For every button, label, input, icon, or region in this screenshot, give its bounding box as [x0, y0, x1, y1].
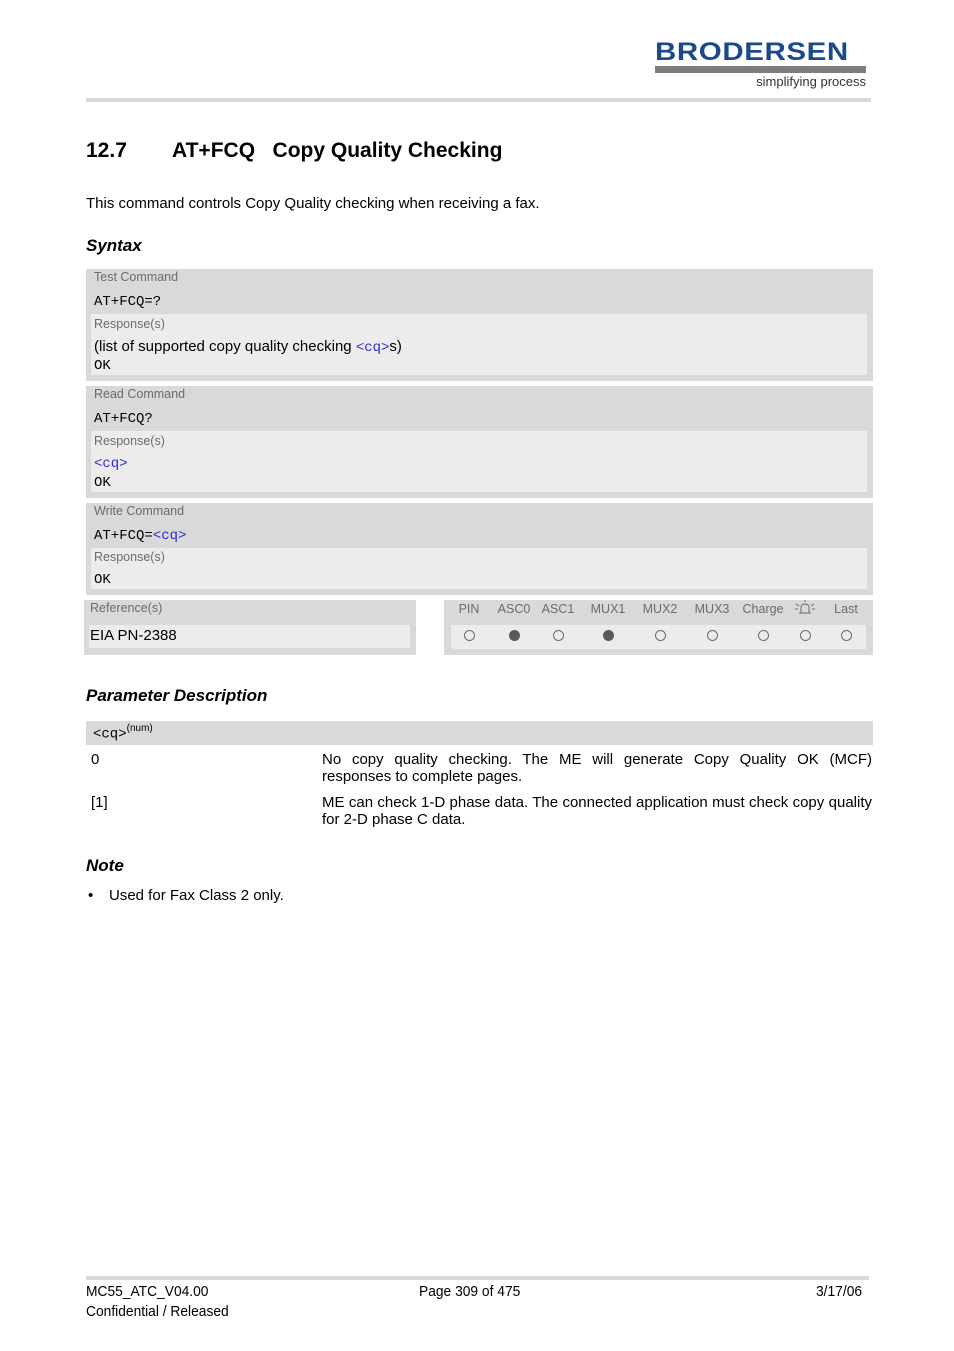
section-title-text: AT+FCQ Copy Quality Checking	[172, 139, 503, 162]
footer-date: 3/17/06	[816, 1283, 863, 1300]
section-title: 12.7 AT+FCQ Copy Quality Checking	[86, 139, 502, 163]
support-indicator-alarm	[800, 630, 811, 641]
write-command: AT+FCQ=<cq>	[94, 528, 186, 544]
param-value-0: 0	[91, 751, 100, 768]
test-command-box: Test Command AT+FCQ=? Response(s) (list …	[86, 269, 873, 381]
interface-support-table: PIN ASC0 ASC1 MUX1 MUX2 MUX3 Charge Last	[444, 600, 873, 655]
parameter-header: <cq>(num)	[86, 721, 873, 745]
test-response-box: Response(s) (list of supported copy qual…	[91, 314, 867, 375]
col-asc1: ASC1	[541, 602, 575, 616]
param-desc-0: No copy quality checking. The ME will ge…	[322, 751, 872, 785]
note-item: • Used for Fax Class 2 only.	[88, 887, 284, 904]
read-response-label: Response(s)	[94, 434, 165, 448]
col-charge: Charge	[742, 602, 784, 616]
bullet-icon: •	[88, 887, 94, 904]
parameter-name: <cq>(num)	[93, 723, 153, 742]
reference-value: EIA PN-2388	[90, 627, 177, 644]
param-desc-1: ME can check 1-D phase data. The connect…	[322, 794, 872, 828]
read-command: AT+FCQ?	[94, 411, 153, 427]
read-command-box: Read Command AT+FCQ? Response(s) <cq> OK	[86, 386, 873, 498]
param-value-1: [1]	[91, 794, 108, 811]
footer-status: Confidential / Released	[86, 1303, 229, 1320]
brodersen-logo: BRODERSEN simplifying process	[655, 40, 866, 92]
note-text: Used for Fax Class 2 only.	[109, 887, 284, 904]
test-command-label: Test Command	[94, 270, 179, 284]
support-indicator-asc0	[509, 630, 520, 641]
support-indicator-last	[841, 630, 852, 641]
support-indicator-mux1	[603, 630, 614, 641]
col-pin: PIN	[458, 602, 480, 616]
response-prefix: (list of supported copy quality checking	[94, 338, 356, 355]
cq-param-link[interactable]: <cq>	[153, 528, 187, 544]
parameter-description-heading: Parameter Description	[86, 686, 268, 705]
note-heading: Note	[86, 856, 124, 875]
test-command: AT+FCQ=?	[94, 294, 162, 310]
logo-name: BRODERSEN	[655, 38, 849, 66]
read-command-label: Read Command	[94, 387, 186, 401]
write-response-ok: OK	[94, 572, 111, 588]
logo-tagline: simplifying process	[756, 74, 866, 89]
support-indicator-mux3	[707, 630, 718, 641]
write-response-label: Response(s)	[94, 550, 165, 564]
logo-bar	[655, 66, 866, 73]
write-command-label: Write Command	[94, 504, 185, 518]
reference-value-box: EIA PN-2388	[89, 625, 410, 648]
section-number: 12.7	[86, 139, 127, 162]
col-mux1: MUX1	[590, 602, 626, 616]
cq-param-link[interactable]: <cq>	[94, 456, 128, 472]
syntax-heading: Syntax	[86, 236, 142, 255]
support-indicator-pin	[464, 630, 475, 641]
support-indicator-charge	[758, 630, 769, 641]
param-type: (num)	[126, 723, 153, 734]
write-command-box: Write Command AT+FCQ=<cq> Response(s) OK	[86, 503, 873, 595]
footer-doc-id: MC55_ATC_V04.00	[86, 1283, 209, 1300]
support-indicator-asc1	[553, 630, 564, 641]
write-response-box: Response(s) OK	[91, 548, 867, 589]
read-response-box: Response(s) <cq> OK	[91, 431, 867, 492]
intro-text: This command controls Copy Quality check…	[86, 195, 540, 212]
support-indicator-mux2	[655, 630, 666, 641]
col-mux3: MUX3	[694, 602, 730, 616]
cq-param-name: <cq>	[93, 726, 127, 743]
test-response-text: (list of supported copy quality checking…	[94, 338, 402, 356]
write-command-prefix: AT+FCQ=	[94, 528, 153, 544]
read-response-ok: OK	[94, 475, 111, 491]
header-divider	[86, 98, 871, 102]
reference-label: Reference(s)	[90, 601, 163, 615]
test-response-label: Response(s)	[94, 317, 165, 331]
reference-box: Reference(s) EIA PN-2388	[84, 600, 416, 655]
footer-divider	[86, 1276, 869, 1280]
response-suffix: s)	[389, 338, 402, 355]
col-mux2: MUX2	[642, 602, 678, 616]
col-asc0: ASC0	[497, 602, 531, 616]
footer-page: Page 309 of 475	[419, 1283, 521, 1300]
col-last: Last	[834, 602, 858, 616]
test-response-ok: OK	[94, 358, 111, 374]
cq-param-link[interactable]: <cq>	[356, 340, 390, 356]
